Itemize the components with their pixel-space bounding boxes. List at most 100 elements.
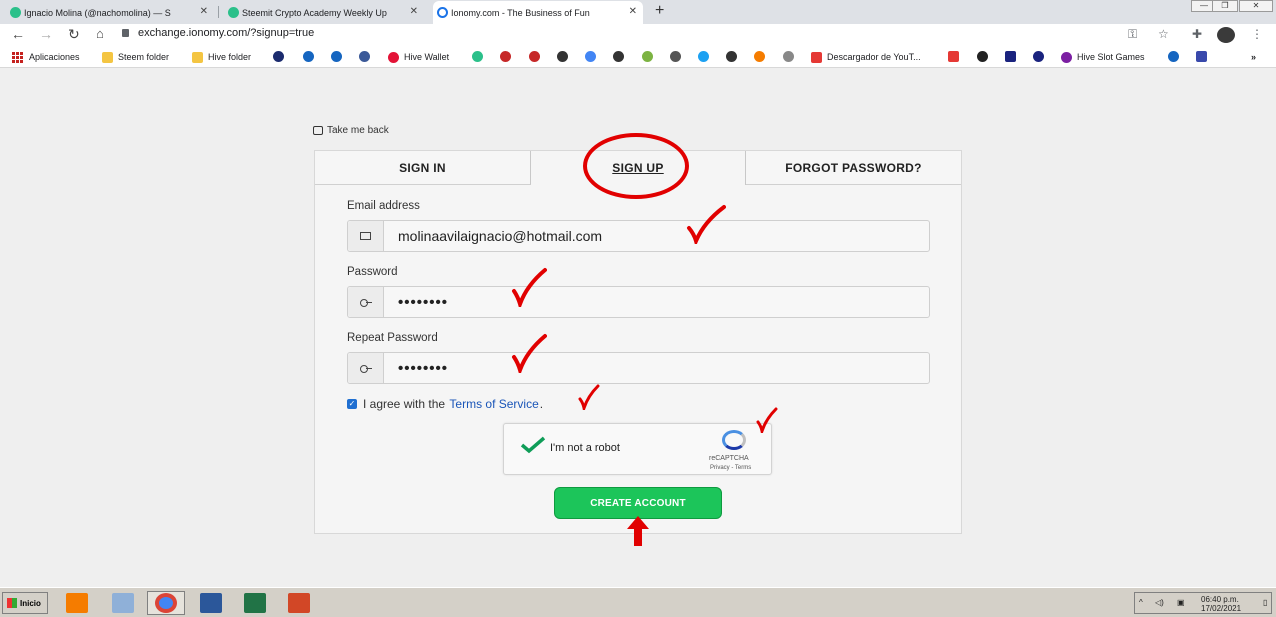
recaptcha-widget[interactable]: I'm not a robot reCAPTCHA Privacy - Term… xyxy=(503,423,772,475)
bookmarks-bar: Aplicaciones Steem folder Hive folder Hi… xyxy=(0,46,1276,68)
new-tab-button[interactable]: + xyxy=(655,2,664,20)
bookmark-icon[interactable] xyxy=(670,51,681,62)
bookmark-icon[interactable] xyxy=(1168,51,1179,62)
terms-of-service-link[interactable]: Terms of Service xyxy=(449,397,538,411)
network-icon[interactable]: ▣ xyxy=(1177,598,1185,607)
browser-tab-title: Ignacio Molina (@nachomolina) — S xyxy=(24,7,171,18)
maximize-button[interactable]: ❐ xyxy=(1212,0,1238,12)
repeat-password-field[interactable]: •••••••• xyxy=(347,352,930,384)
annotation-arrow-icon xyxy=(627,516,649,546)
tray-expand-icon[interactable]: ^ xyxy=(1139,598,1143,607)
home-icon[interactable]: ⌂ xyxy=(96,26,104,41)
bookmark-icon[interactable] xyxy=(613,51,624,62)
tray-clock[interactable]: 06:40 p.m. 17/02/2021 xyxy=(1201,595,1241,613)
bookmark-apps[interactable]: Aplicaciones xyxy=(12,50,80,64)
bookmark-icon[interactable] xyxy=(303,51,314,62)
folder-icon xyxy=(192,51,203,63)
bookmark-icon[interactable] xyxy=(726,51,737,62)
start-button[interactable]: Inicio xyxy=(2,592,48,614)
bookmark-icon[interactable] xyxy=(948,51,959,62)
bookmark-steem-folder[interactable]: Steem folder xyxy=(102,50,169,64)
bookmark-hive-slot-games[interactable]: Hive Slot Games xyxy=(1061,50,1145,64)
key-icon[interactable]: ⚿ xyxy=(1128,27,1137,42)
more-bookmarks-icon[interactable]: » xyxy=(1251,50,1256,64)
menu-kebab-icon[interactable]: ⋮ xyxy=(1251,27,1263,41)
hive-icon xyxy=(388,51,399,63)
email-field[interactable]: molinaavilaignacio@hotmail.com xyxy=(347,220,930,252)
take-me-back-label: Take me back xyxy=(327,125,389,136)
browser-tab-strip: Ignacio Molina (@nachomolina) — S ✕ Stee… xyxy=(0,0,1276,24)
close-window-button[interactable]: ✕ xyxy=(1239,0,1273,12)
captcha-checkmark-icon[interactable] xyxy=(520,436,546,454)
bookmark-youtube-downloader[interactable]: Descargador de YouT... xyxy=(811,50,921,64)
take-me-back-link[interactable]: Take me back xyxy=(313,125,389,136)
terms-checkbox[interactable]: ✓ xyxy=(347,399,357,409)
bookmark-icon[interactable] xyxy=(557,51,568,62)
browser-tab-2[interactable]: Steemit Crypto Academy Weekly Up ✕ xyxy=(224,1,424,24)
bookmark-icon[interactable] xyxy=(500,51,511,62)
bookmark-hive-wallet[interactable]: Hive Wallet xyxy=(388,50,449,64)
bookmark-icon[interactable] xyxy=(273,51,284,62)
star-icon[interactable]: ☆ xyxy=(1158,27,1169,41)
close-tab-icon[interactable]: ✕ xyxy=(200,6,208,17)
annotation-checkmark-icon xyxy=(756,407,778,433)
powerpoint-icon xyxy=(288,593,310,613)
word-app[interactable] xyxy=(192,591,230,615)
media-player-app[interactable] xyxy=(58,591,96,615)
bookmark-icon[interactable] xyxy=(472,51,483,62)
bookmark-icon[interactable] xyxy=(783,51,794,62)
bookmark-icon[interactable] xyxy=(1196,51,1207,62)
bookmark-icon[interactable] xyxy=(359,51,370,62)
show-desktop-icon[interactable]: ▯ xyxy=(1263,598,1267,607)
bookmark-icon[interactable] xyxy=(977,51,988,62)
close-tab-icon[interactable]: ✕ xyxy=(410,6,418,17)
key-icon xyxy=(348,353,384,383)
bookmark-icon[interactable] xyxy=(529,51,540,62)
password-label: Password xyxy=(347,266,398,278)
bookmark-hive-folder[interactable]: Hive folder xyxy=(192,50,251,64)
excel-app[interactable] xyxy=(236,591,274,615)
email-label: Email address xyxy=(347,200,420,212)
reload-icon[interactable]: ↻ xyxy=(68,26,80,43)
chrome-app[interactable] xyxy=(147,591,185,615)
browser-tab-3-active[interactable]: Ionomy.com - The Business of Fun ✕ xyxy=(433,1,643,24)
google-icon[interactable] xyxy=(585,51,596,62)
annotation-checkmark-icon xyxy=(512,268,547,307)
tab-forgot-password[interactable]: FORGOT PASSWORD? xyxy=(746,151,961,185)
extensions-icon[interactable]: ✚ xyxy=(1192,27,1202,41)
key-icon xyxy=(348,287,384,317)
start-label: Inicio xyxy=(20,598,41,608)
auth-card: SIGN IN SIGN UP FORGOT PASSWORD? Email a… xyxy=(314,150,962,534)
email-value: molinaavilaignacio@hotmail.com xyxy=(398,228,603,244)
bookmark-icon[interactable] xyxy=(1033,51,1044,62)
recaptcha-privacy-terms[interactable]: Privacy - Terms xyxy=(710,465,751,471)
bookmark-label: Hive folder xyxy=(208,52,252,62)
profile-avatar[interactable] xyxy=(1217,27,1235,43)
volume-icon[interactable]: ◁) xyxy=(1155,598,1164,607)
twitter-icon[interactable] xyxy=(698,51,709,62)
tab-sign-in[interactable]: SIGN IN xyxy=(315,151,531,185)
annotation-circle xyxy=(583,133,689,199)
bookmark-label: Hive Wallet xyxy=(404,52,450,62)
ionomy-favicon-icon xyxy=(437,7,448,18)
explorer-app[interactable] xyxy=(104,591,142,615)
browser-tab-title: Ionomy.com - The Business of Fun xyxy=(451,7,590,18)
download-icon xyxy=(811,51,822,63)
bookmark-icon[interactable] xyxy=(1005,51,1016,62)
address-bar[interactable]: exchange.ionomy.com/?signup=true xyxy=(138,27,314,39)
bookmark-icon[interactable] xyxy=(642,51,653,62)
steemit-favicon-icon xyxy=(10,7,21,18)
password-field[interactable]: •••••••• xyxy=(347,286,930,318)
powerpoint-app[interactable] xyxy=(280,591,318,615)
browser-tab-1[interactable]: Ignacio Molina (@nachomolina) — S ✕ xyxy=(6,1,214,24)
bookmark-icon[interactable] xyxy=(754,51,765,62)
back-arrow-icon[interactable]: ← xyxy=(11,26,25,42)
create-account-button[interactable]: CREATE ACCOUNT xyxy=(554,487,722,519)
bookmark-icon xyxy=(1061,51,1072,63)
steemit-favicon-icon xyxy=(228,7,239,18)
bookmark-icon[interactable] xyxy=(331,51,342,62)
close-tab-icon[interactable]: ✕ xyxy=(629,6,637,17)
envelope-icon xyxy=(348,221,384,251)
forward-arrow-icon[interactable]: → xyxy=(39,26,53,42)
excel-icon xyxy=(244,593,266,613)
